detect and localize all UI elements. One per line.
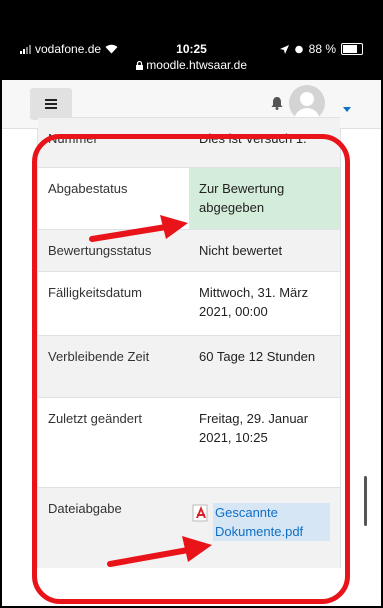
battery-icon	[341, 43, 363, 55]
submission-status-panel: Nummer Dies ist Versuch 1. Abgabestatus …	[2, 117, 381, 606]
pdf-file-icon	[192, 504, 208, 522]
table-row: Zuletzt geändert Freitag, 29. Januar 202…	[38, 397, 340, 487]
submission-status-value: Zur Bewertung abgegeben	[189, 168, 340, 229]
url-bar[interactable]: moodle.htwsaar.de	[2, 58, 381, 72]
status-bar: vodafone.de 10:25 moodle.htwsaar.de 88 %	[2, 2, 381, 80]
table-row: Fälligkeitsdatum Mittwoch, 31. März 2021…	[38, 271, 340, 335]
file-submission-cell: Gescannte Dokumente.pdf	[189, 488, 340, 568]
row-value: Mittwoch, 31. März 2021, 00:00	[199, 285, 309, 319]
row-value: Dies ist Versuch 1.	[199, 131, 307, 146]
row-value: Nicht bewertet	[199, 243, 283, 258]
chevron-down-icon[interactable]	[343, 107, 351, 112]
alarm-icon	[294, 45, 303, 54]
phone-screen: vodafone.de 10:25 moodle.htwsaar.de 88 %…	[2, 2, 381, 606]
bell-icon[interactable]	[268, 94, 286, 112]
status-right: 88 %	[279, 42, 363, 56]
table-row: Nummer Dies ist Versuch 1.	[38, 117, 340, 167]
scrollbar-thumb[interactable]	[364, 476, 367, 526]
row-label: Nummer	[48, 131, 98, 146]
row-label: Dateiabgabe	[48, 501, 122, 516]
row-label: Bewertungsstatus	[48, 243, 152, 258]
hamburger-menu-icon	[45, 99, 57, 109]
lock-icon	[135, 60, 143, 70]
user-avatar-icon[interactable]	[289, 85, 325, 121]
location-icon	[279, 44, 289, 54]
table-row: Verbleibende Zeit 60 Tage 12 Stunden	[38, 335, 340, 397]
url-text: moodle.htwsaar.de	[146, 58, 248, 72]
row-value: Freitag, 29. Januar 2021, 10:25	[199, 411, 309, 445]
battery-percent: 88 %	[308, 42, 336, 56]
table-row: Bewertungsstatus Nicht bewertet	[38, 229, 340, 271]
submission-table: Nummer Dies ist Versuch 1. Abgabestatus …	[37, 117, 341, 568]
pdf-file-link[interactable]: Gescannte Dokumente.pdf	[213, 503, 330, 541]
table-row: Abgabestatus Zur Bewertung abgegeben	[38, 167, 340, 229]
menu-button[interactable]	[30, 88, 72, 120]
row-label: Abgabestatus	[48, 181, 128, 196]
row-label: Fälligkeitsdatum	[48, 285, 142, 300]
table-row: Dateiabgabe Gescannte Dokumente.pdf	[38, 487, 340, 568]
row-label: Zuletzt geändert	[48, 411, 142, 426]
row-value: 60 Tage 12 Stunden	[199, 349, 316, 364]
row-label: Verbleibende Zeit	[48, 349, 150, 364]
